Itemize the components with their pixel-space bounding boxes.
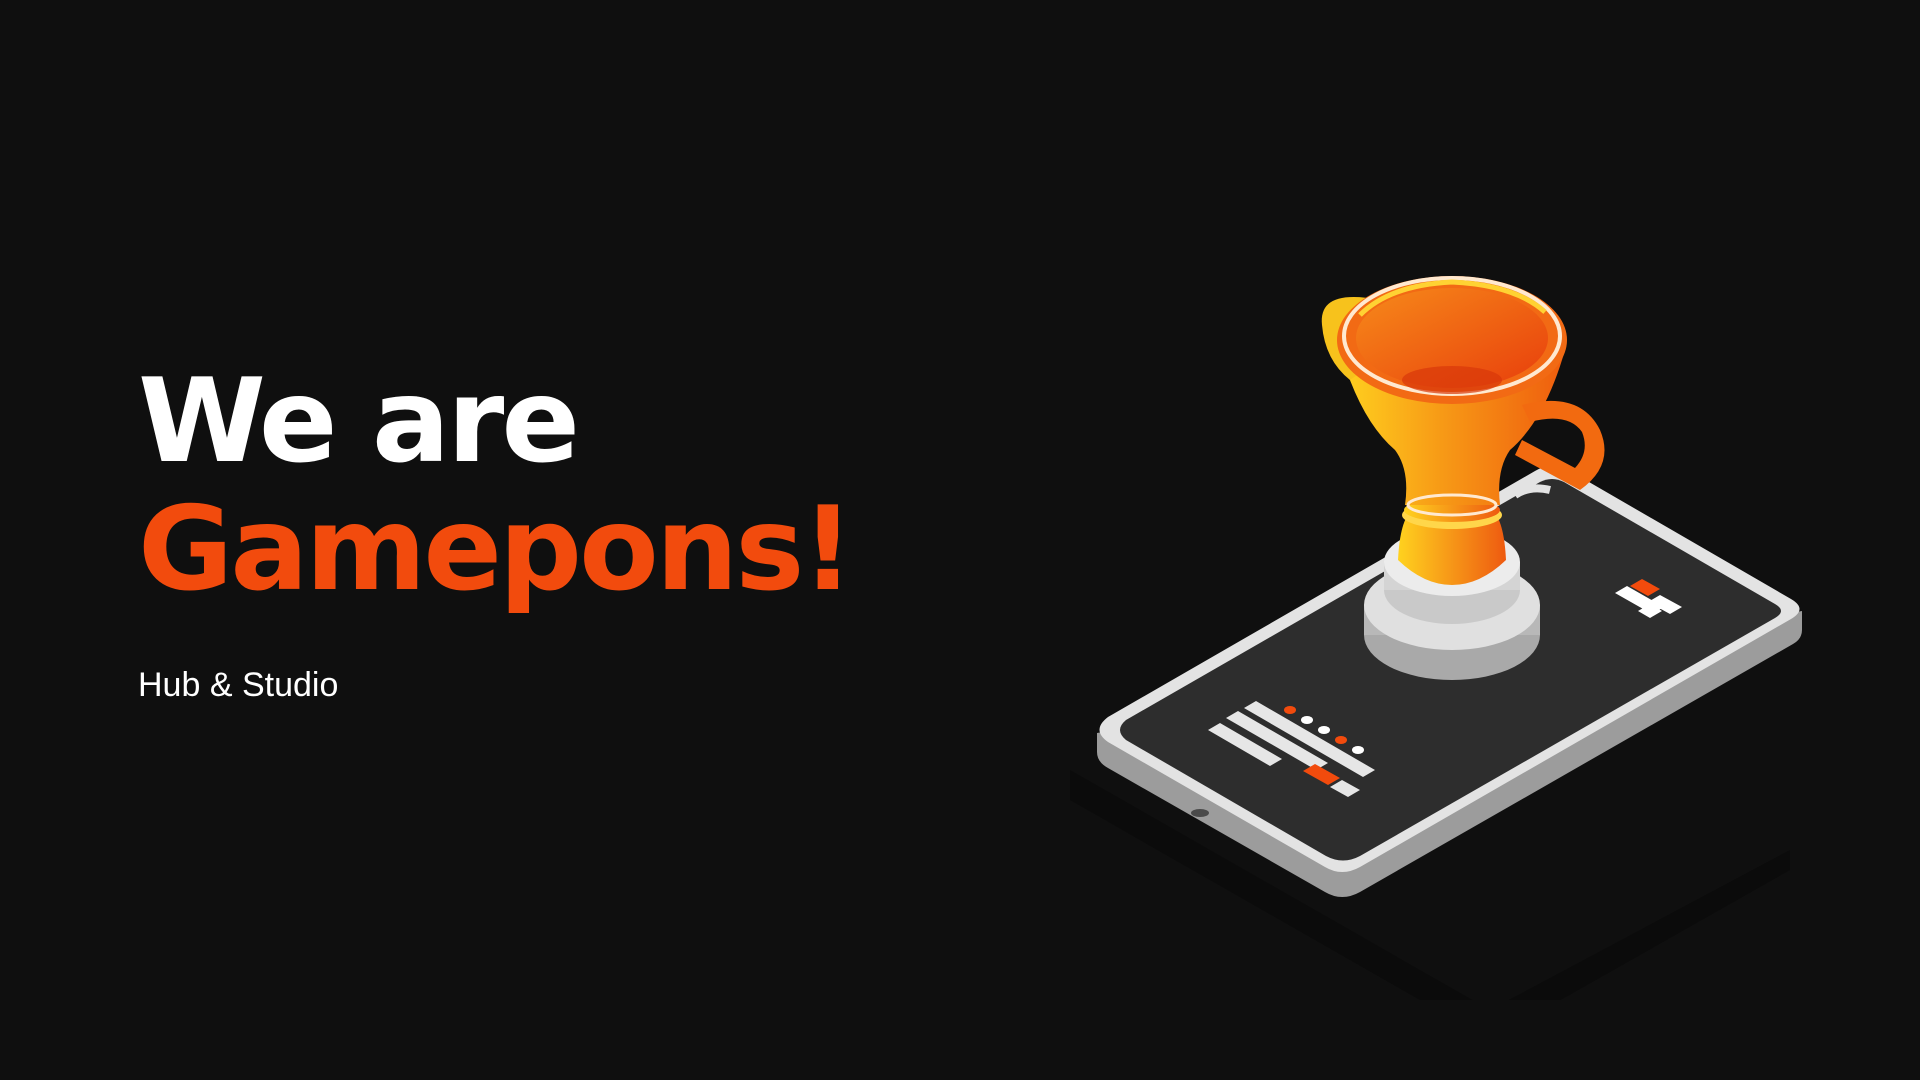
headline-line-1: We are xyxy=(138,354,580,489)
trophy-on-smartphone-icon xyxy=(1060,240,1820,1040)
landing-page: We are Gamepons! Hub & Studio xyxy=(0,0,1920,1080)
headline-brand-name: Gamepons! xyxy=(138,482,854,617)
tagline: Hub & Studio xyxy=(138,666,339,704)
hero-text-block: We are Gamepons! Hub & Studio xyxy=(138,354,854,705)
